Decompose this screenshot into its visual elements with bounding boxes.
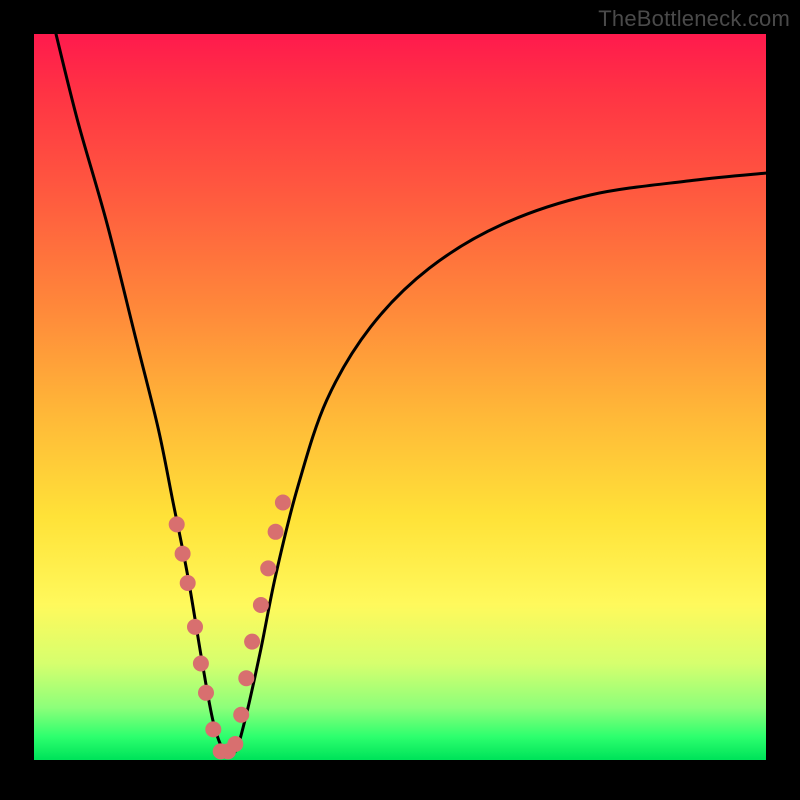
- highlight-dot: [205, 721, 221, 737]
- highlight-dot: [193, 656, 209, 672]
- highlight-dot: [275, 495, 291, 511]
- outer-frame: TheBottleneck.com: [0, 0, 800, 800]
- highlight-dot: [180, 575, 196, 591]
- highlight-dot: [260, 560, 276, 576]
- bottleneck-curve-path: [56, 34, 766, 756]
- plot-area: [34, 34, 766, 766]
- highlight-dot: [198, 685, 214, 701]
- highlight-dot: [253, 597, 269, 613]
- highlight-dot: [227, 736, 243, 752]
- bottleneck-chart: [34, 34, 766, 766]
- highlight-dot: [268, 524, 284, 540]
- highlight-dot: [187, 619, 203, 635]
- highlight-dot: [233, 707, 249, 723]
- highlight-dot: [175, 546, 191, 562]
- highlight-dot: [238, 670, 254, 686]
- highlight-dot: [169, 516, 185, 532]
- highlight-dot: [244, 634, 260, 650]
- watermark-text: TheBottleneck.com: [598, 6, 790, 32]
- highlight-dots-group: [169, 495, 291, 760]
